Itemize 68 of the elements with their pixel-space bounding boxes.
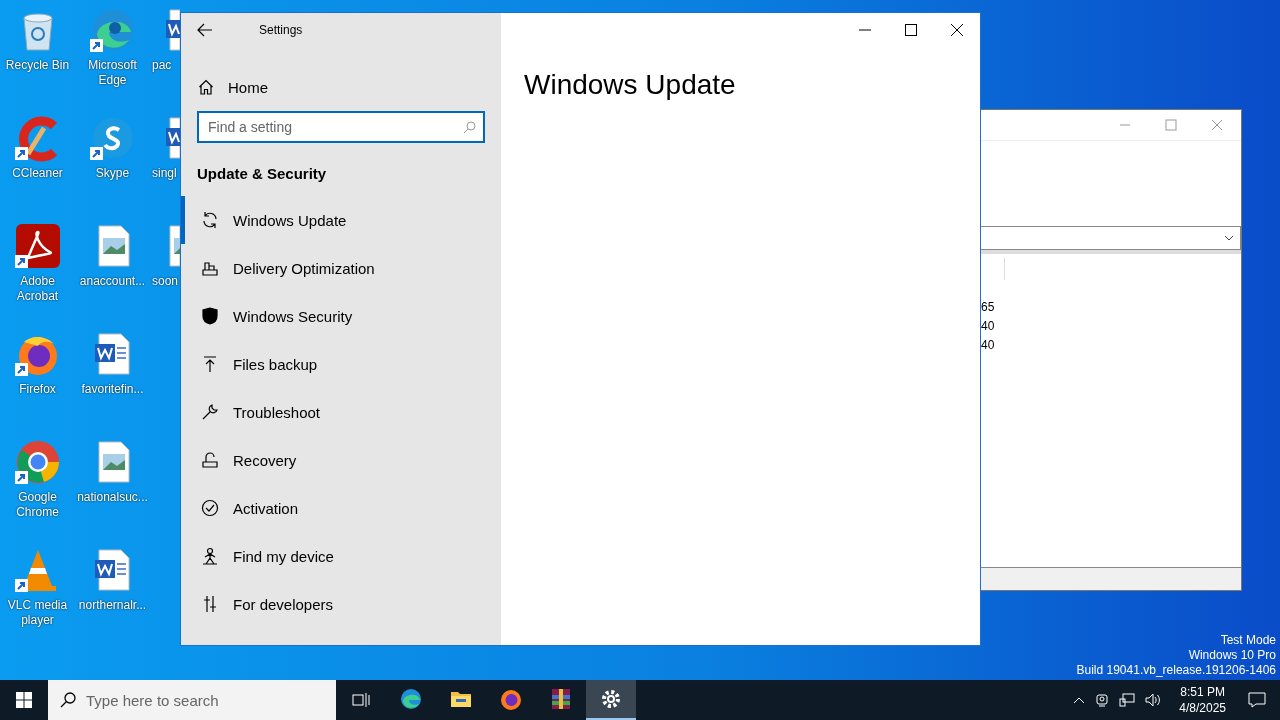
icon-label: CCleaner (11, 166, 64, 181)
app-icon[interactable] (13, 222, 62, 270)
windows-start-icon[interactable] (16, 692, 32, 708)
section-heading: Update & Security (197, 165, 328, 182)
app-icon (399, 687, 423, 711)
system-watermark-text: Windows 10 Pro (1188, 648, 1276, 663)
app-icon (499, 687, 523, 711)
dropdown[interactable] (980, 226, 1241, 250)
chevron-up-icon[interactable] (1073, 696, 1086, 704)
icon-label: Microsoft Edge (87, 58, 138, 88)
list-value: 40 (981, 337, 996, 354)
system-watermark-text: Build 19041.vb_release.191206-1406 (1076, 663, 1276, 678)
icon-label: soon (152, 274, 179, 289)
icon-label: pac (152, 58, 172, 73)
icon-label: VLC media player (6, 598, 69, 628)
nav-item[interactable]: Activation (181, 484, 501, 532)
icon-label: Skype (94, 166, 131, 181)
nav-item[interactable]: Recovery (181, 436, 501, 484)
maximize-icon[interactable] (905, 24, 917, 36)
nav-icon (201, 499, 219, 517)
nav-icon (201, 259, 219, 277)
nav-item[interactable]: Troubleshoot (181, 388, 501, 436)
home-link[interactable]: Home (198, 69, 501, 105)
nav-icon (201, 211, 219, 229)
icon-label: anaccount... (78, 274, 147, 289)
nav-icon (201, 355, 219, 373)
nav-icon (201, 547, 219, 565)
page-title: Windows Update (524, 69, 737, 101)
nav-icon (201, 595, 219, 613)
nav-icon (201, 403, 219, 421)
close-icon[interactable] (951, 24, 963, 36)
nav-item[interactable]: Files backup (181, 340, 501, 388)
nav-item[interactable]: Windows Security (181, 292, 501, 340)
search-icon (463, 121, 476, 134)
nav-item[interactable]: For developers (181, 580, 501, 628)
volume-icon[interactable] (1145, 693, 1162, 707)
icon-label: favoritefin... (80, 382, 145, 397)
nav-item[interactable]: Find my device (181, 532, 501, 580)
app-icon[interactable] (13, 438, 62, 486)
app-icon (549, 687, 573, 711)
back-arrow-icon[interactable] (197, 23, 213, 37)
taskbar-app[interactable] (586, 680, 636, 720)
search-field[interactable]: Find a setting (197, 111, 485, 143)
system-watermark-text: Test Mode (1220, 633, 1276, 648)
icon-label: Recycle Bin (4, 58, 71, 73)
list-value: 40 (981, 318, 996, 335)
nav-icon (201, 451, 219, 469)
nav-item[interactable]: Windows Update (181, 196, 501, 244)
list-value: 65 (981, 299, 996, 316)
task-view-icon[interactable] (352, 692, 370, 708)
chevron-down-icon (1224, 235, 1234, 241)
app-icon (599, 687, 623, 711)
home-icon (198, 79, 214, 95)
icon-label: Google Chrome (15, 490, 60, 520)
webcam-icon[interactable] (1095, 693, 1110, 707)
icon-label: Adobe Acrobat (15, 274, 60, 304)
clock[interactable]: 8:51 PM 4/8/2025 (1179, 684, 1226, 716)
nav-item[interactable]: Delivery Optimization (181, 244, 501, 292)
taskbar-search-field[interactable]: Type here to search (48, 680, 336, 720)
icon-label: singl (152, 166, 177, 181)
search-icon (60, 692, 76, 708)
network-icon[interactable] (1119, 693, 1136, 707)
icon-label: nationalsuc... (76, 490, 149, 505)
icon-label: northernalr... (77, 598, 148, 613)
nav-icon (201, 307, 219, 325)
window-title: Settings (259, 23, 303, 37)
icon-label: Firefox (18, 382, 57, 397)
notification-icon[interactable] (1248, 692, 1266, 708)
